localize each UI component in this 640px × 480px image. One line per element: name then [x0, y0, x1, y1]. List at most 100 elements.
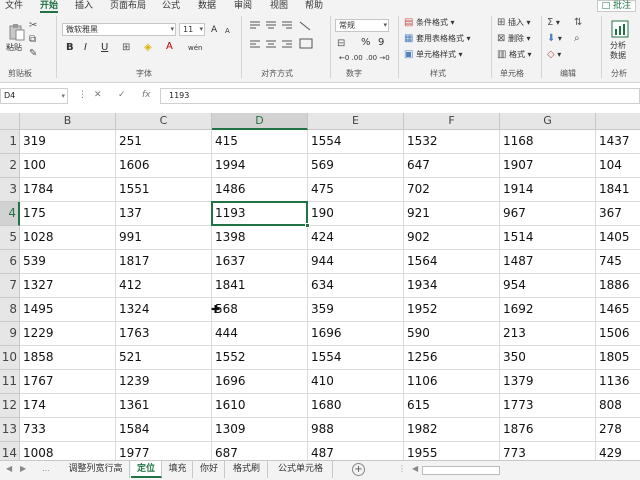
grid-cell[interactable]: 1495 [20, 298, 116, 322]
grid-cell[interactable]: 568 [212, 298, 308, 322]
more-sheets-icon[interactable]: … [42, 464, 50, 473]
tab-file[interactable]: 文件 [5, 0, 23, 13]
format-painter-icon[interactable]: ✎ [29, 49, 37, 59]
grid-cell[interactable]: 1552 [212, 346, 308, 370]
grid-cell[interactable]: 569 [308, 154, 404, 178]
insert-cells-button[interactable]: ⊞ 插入 ▾ [497, 18, 531, 28]
grid-cell[interactable]: 1610 [212, 394, 308, 418]
grid-cell[interactable]: 1907 [500, 154, 596, 178]
fill-handle[interactable] [305, 223, 310, 228]
grid-cell[interactable]: 1379 [500, 370, 596, 394]
copy-icon[interactable]: ⧉ [29, 35, 36, 45]
grid-cell[interactable]: 1692 [500, 298, 596, 322]
grid-cell[interactable]: 429 [596, 442, 640, 460]
tab-formulas[interactable]: 公式 [162, 0, 180, 13]
row-header[interactable]: 2 [0, 154, 20, 178]
find-select-icon[interactable]: ⌕ [574, 34, 580, 44]
row-header[interactable]: 8 [0, 298, 20, 322]
grid-cell[interactable]: 1784 [20, 178, 116, 202]
tab-insert[interactable]: 插入 [75, 0, 93, 13]
grid-cell[interactable]: 1977 [116, 442, 212, 460]
row-header[interactable]: 10 [0, 346, 20, 370]
sort-filter-icon[interactable]: ⇅ [574, 18, 582, 28]
italic-button[interactable]: I [84, 43, 87, 53]
number-format-combo[interactable]: 常规 ▾ [335, 19, 389, 32]
grid-cell[interactable]: 319 [20, 130, 116, 154]
grid-cell[interactable]: 733 [20, 418, 116, 442]
grid-cell[interactable]: 367 [596, 202, 640, 226]
currency-icon[interactable]: ⊟ [337, 39, 345, 49]
grid-cell[interactable]: 991 [116, 226, 212, 250]
phonetic-button[interactable]: wén [188, 43, 202, 53]
grid-cell[interactable]: 100 [20, 154, 116, 178]
grid-cell[interactable]: 444 [212, 322, 308, 346]
grid-cell[interactable]: 1437 [596, 130, 640, 154]
insert-function-button[interactable]: fx [142, 90, 151, 100]
font-size-combo[interactable]: 11 ▾ [179, 23, 205, 36]
percent-button[interactable]: % [361, 38, 371, 48]
column-header[interactable]: G [500, 113, 596, 130]
row-header[interactable]: 7 [0, 274, 20, 298]
grid-cell[interactable]: 175 [20, 202, 116, 226]
row-header[interactable]: 13 [0, 418, 20, 442]
sheet-tab[interactable]: 调整列宽行高 [62, 461, 130, 478]
tab-page-layout[interactable]: 页面布局 [110, 0, 146, 13]
formula-input[interactable]: 1193 [160, 88, 640, 104]
grid-cell[interactable]: 1696 [212, 370, 308, 394]
delete-cells-button[interactable]: ⊠ 删除 ▾ [497, 34, 531, 44]
fill-color-icon[interactable]: ◈ [144, 43, 152, 53]
grid-cell[interactable]: 1008 [20, 442, 116, 460]
cell-styles-button[interactable]: ▣ 单元格样式 ▾ [404, 50, 463, 60]
row-header[interactable]: 6 [0, 250, 20, 274]
row-header[interactable]: 11 [0, 370, 20, 394]
grid-cell[interactable]: 1398 [212, 226, 308, 250]
name-box[interactable]: D4 ▾ [0, 88, 68, 104]
grid-cell[interactable]: 1841 [212, 274, 308, 298]
grid-cell[interactable]: 1168 [500, 130, 596, 154]
grid-cell[interactable]: 104 [596, 154, 640, 178]
grid-cell[interactable]: 1817 [116, 250, 212, 274]
grid-cell[interactable]: 1106 [404, 370, 500, 394]
grid-cell[interactable]: 539 [20, 250, 116, 274]
sheet-tab[interactable]: 公式单元格 [269, 461, 333, 478]
grid-cell[interactable]: 174 [20, 394, 116, 418]
column-header[interactable]: F [404, 113, 500, 130]
grid-cell[interactable]: 954 [500, 274, 596, 298]
grid-cell[interactable]: 1994 [212, 154, 308, 178]
grid-cell[interactable]: 944 [308, 250, 404, 274]
prev-sheet-icon[interactable]: ◀ [6, 464, 12, 473]
grid-cell[interactable]: 415 [212, 130, 308, 154]
font-name-combo[interactable]: 微软雅黑 ▾ [62, 23, 176, 36]
add-sheet-button[interactable]: + [352, 463, 365, 476]
grid-cell[interactable]: 1229 [20, 322, 116, 346]
clear-icon[interactable]: ◇ ▾ [547, 50, 561, 60]
increase-decimal-icon[interactable]: ←0 .00 [339, 53, 363, 63]
grid-cell[interactable]: 1324 [116, 298, 212, 322]
grid-cell[interactable]: 1405 [596, 226, 640, 250]
cancel-icon[interactable]: ✕ [94, 90, 102, 100]
grid-cell[interactable]: 1028 [20, 226, 116, 250]
grid-cell[interactable]: 1696 [308, 322, 404, 346]
grid-cell[interactable]: 412 [116, 274, 212, 298]
grid-cell[interactable]: 967 [500, 202, 596, 226]
grid-cell[interactable]: 1551 [116, 178, 212, 202]
grid-cell[interactable]: 190 [308, 202, 404, 226]
grid-cell[interactable]: 410 [308, 370, 404, 394]
row-header[interactable]: 5 [0, 226, 20, 250]
grow-font-button[interactable]: A [211, 25, 217, 35]
grid-cell[interactable]: 1327 [20, 274, 116, 298]
grid-cell[interactable]: 902 [404, 226, 500, 250]
grid-cell[interactable]: 213 [500, 322, 596, 346]
grid-cell[interactable]: 1858 [20, 346, 116, 370]
check-icon[interactable]: ✓ [118, 90, 126, 100]
grid-cell[interactable]: 1841 [596, 178, 640, 202]
decrease-decimal-icon[interactable]: .00 →0 [366, 53, 390, 63]
grid-cell[interactable]: 1914 [500, 178, 596, 202]
grid-cell[interactable]: 702 [404, 178, 500, 202]
sheet-tab[interactable]: 填充 [163, 461, 193, 478]
grid-cell[interactable]: 1805 [596, 346, 640, 370]
sheet-tab[interactable]: 你好 [194, 461, 225, 478]
row-header[interactable]: 14 [0, 442, 20, 460]
tab-view[interactable]: 视图 [270, 0, 288, 13]
grid-cell[interactable]: 590 [404, 322, 500, 346]
